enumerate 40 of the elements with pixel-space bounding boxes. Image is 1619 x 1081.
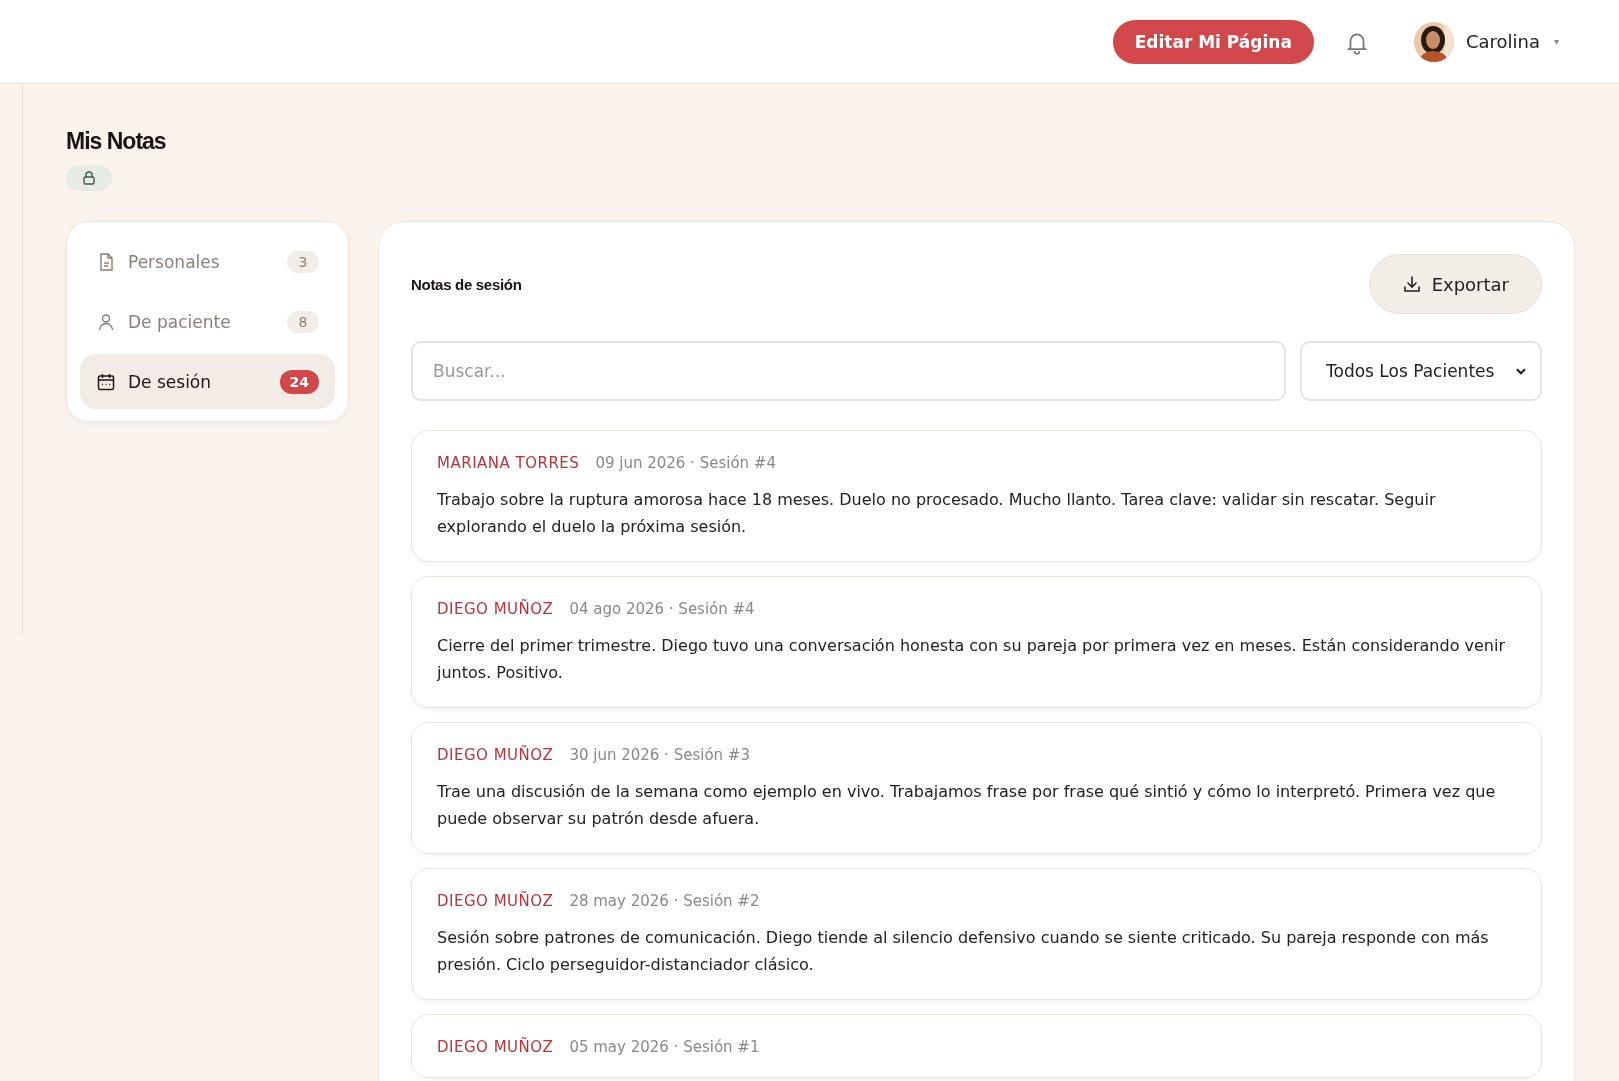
export-button[interactable]: Exportar	[1368, 254, 1542, 314]
note-date: 30 jun 2026 · Sesión #3	[569, 746, 750, 764]
note-text: Trae una discusión de la semana como ejemplo en vivo. Trabajamos frase por frase qué sintió y cómo lo interpretó. Primera vez que puede observar su patrón desde afuera.	[437, 781, 1497, 830]
count-badge: 24	[279, 369, 319, 394]
note-text: Trabajo sobre la ruptura amorosa hace 18 meses. Duelo no procesado. Mucho llanto. Tarea clave: validar sin rescatar. Seguir explorando el duelo la próxima sesión.	[437, 489, 1437, 538]
note-date: 28 may 2026 · Sesión #2	[569, 892, 760, 910]
category-item[interactable]: De paciente 8	[80, 294, 335, 349]
category-item[interactable]: De sesión 24	[80, 354, 335, 409]
patient-name: DIEGO MUÑOZ	[437, 1038, 554, 1056]
category-label: Personales	[128, 251, 221, 272]
page-title: Mis Notas	[66, 128, 167, 155]
caret-icon[interactable]: ▾	[1553, 36, 1559, 47]
note-date: 09 jun 2026 · Sesión #4	[595, 454, 776, 472]
user-name[interactable]: Carolina	[1465, 31, 1540, 52]
note-date: 04 ago 2026 · Sesión #4	[569, 600, 755, 618]
count-badge: 8	[287, 310, 319, 333]
patient-name: DIEGO MUÑOZ	[437, 746, 554, 764]
note-card[interactable]: DIEGO MUÑOZ 04 ago 2026 · Sesión #4 Cierre del primer trimestre. Diego tuvo una conversación honesta con su pareja por primera vez en meses. Están considerando venir juntos. Positivo.	[411, 576, 1542, 708]
edit-page-button[interactable]: Editar Mi Página	[1112, 19, 1314, 64]
note-card[interactable]	[411, 430, 1542, 562]
note-card[interactable]: DIEGO MUÑOZ 05 may 2026 · Sesión #1	[411, 1014, 1542, 1078]
note-card[interactable]	[411, 868, 1542, 1000]
patient-name: DIEGO MUÑOZ	[437, 892, 554, 910]
search-field[interactable]: Buscar...	[411, 341, 1286, 401]
category-item[interactable]: Personales 3	[80, 234, 335, 289]
lock-icon	[81, 170, 97, 186]
calendar-icon	[96, 371, 116, 392]
person-icon	[96, 311, 116, 332]
category-label: De sesión	[128, 371, 213, 392]
panel-title: Notas de sesión	[411, 275, 522, 293]
download-icon	[1401, 274, 1422, 294]
note-text: Sesión sobre patrones de comunicación. Diego tiende al silencio defensivo cuando se siente criticado. Su pareja responde con más presión. Ciclo perseguidor-distanciador clásico.	[437, 927, 1490, 976]
category-label: De paciente	[128, 311, 232, 332]
patient-filter-dropdown[interactable]: Todos Los Pacientes	[1300, 341, 1542, 401]
note-date: 05 may 2026 · Sesión #1	[569, 1038, 760, 1056]
note-text: Cierre del primer trimestre. Diego tuvo una conversación honesta con su pareja por primera vez en meses. Están considerando venir juntos. Positivo.	[437, 635, 1506, 684]
patient-name: MARIANA TORRES	[437, 454, 580, 472]
count-badge: 3	[287, 250, 319, 273]
note-card[interactable]	[411, 722, 1542, 854]
patient-name: DIEGO MUÑOZ	[437, 600, 554, 618]
